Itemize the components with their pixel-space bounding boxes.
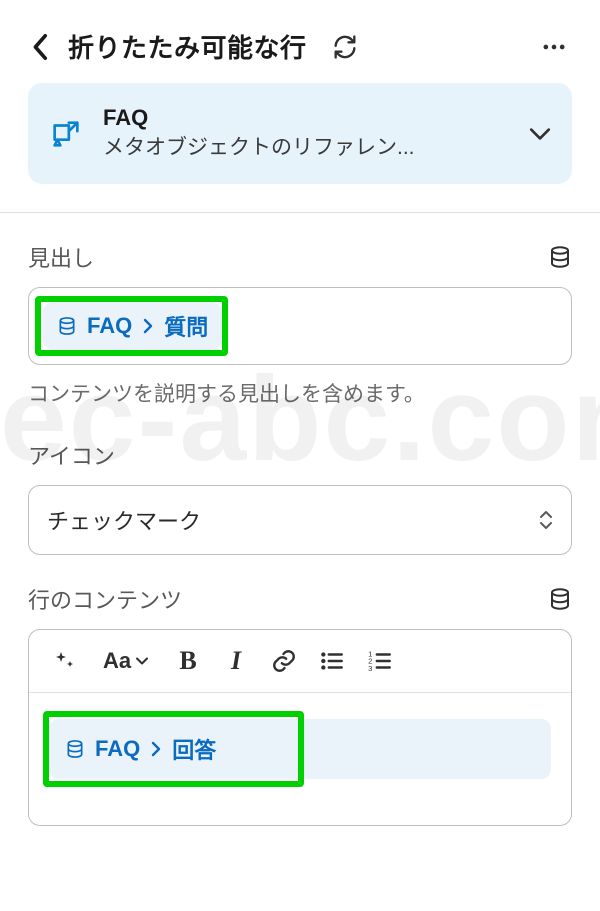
reference-expand[interactable] bbox=[529, 123, 551, 145]
italic-icon: I bbox=[231, 646, 241, 676]
text-style-icon: Aa bbox=[103, 648, 131, 674]
chevron-right-icon bbox=[150, 741, 162, 757]
icon-select-value: チェックマーク bbox=[47, 504, 201, 536]
content-label: 行のコンテンツ bbox=[28, 583, 182, 615]
heading-label: 見出し bbox=[28, 241, 94, 273]
metaobject-icon bbox=[49, 117, 83, 151]
chevron-down-icon bbox=[529, 123, 551, 145]
numbered-list-icon: 123 bbox=[367, 648, 393, 674]
pill-field: 質問 bbox=[164, 310, 208, 342]
icon-select[interactable]: チェックマーク bbox=[28, 485, 572, 555]
settings-panel: 折りたたみ可能な行 FAQ メタオブジェクトのリファレン... 見出し bbox=[0, 0, 600, 854]
chevron-left-icon bbox=[32, 33, 50, 61]
pill-field: 回答 bbox=[172, 733, 216, 765]
content-dynamic-pill[interactable]: FAQ 回答 bbox=[49, 719, 551, 779]
italic-button[interactable]: I bbox=[215, 640, 257, 682]
select-chevrons-icon bbox=[539, 510, 553, 530]
panel-title: 折りたたみ可能な行 bbox=[68, 28, 307, 65]
reference-title: FAQ bbox=[103, 104, 509, 133]
paragraph-style-button[interactable]: Aa bbox=[91, 640, 161, 682]
icon-label: アイコン bbox=[28, 439, 115, 471]
more-actions-button[interactable] bbox=[536, 29, 572, 65]
chevron-down-icon bbox=[135, 656, 149, 666]
bold-icon: B bbox=[179, 646, 196, 676]
divider bbox=[0, 212, 600, 213]
back-button[interactable] bbox=[28, 29, 54, 65]
richtext-body[interactable]: FAQ 回答 bbox=[29, 693, 571, 825]
more-horizontal-icon bbox=[540, 33, 568, 61]
metaobject-reference-card[interactable]: FAQ メタオブジェクトのリファレン... bbox=[28, 83, 572, 184]
icon-field: アイコン チェックマーク bbox=[28, 439, 572, 555]
database-icon bbox=[57, 316, 77, 336]
reference-subtitle: メタオブジェクトのリファレン... bbox=[103, 133, 509, 163]
database-icon bbox=[548, 245, 572, 269]
bold-button[interactable]: B bbox=[167, 640, 209, 682]
heading-dynamic-pill[interactable]: FAQ 質問 bbox=[43, 302, 222, 350]
bullet-list-icon bbox=[319, 648, 345, 674]
svg-text:3: 3 bbox=[368, 663, 372, 672]
link-icon bbox=[271, 648, 297, 674]
richtext-editor: Aa B I 123 FAQ bbox=[28, 629, 572, 826]
sparkle-icon bbox=[52, 649, 76, 673]
database-icon bbox=[548, 587, 572, 611]
content-field: 行のコンテンツ Aa B I bbox=[28, 583, 572, 826]
pill-source: FAQ bbox=[87, 313, 132, 339]
richtext-toolbar: Aa B I 123 bbox=[29, 630, 571, 693]
database-icon bbox=[65, 739, 85, 759]
panel-header: 折りたたみ可能な行 bbox=[28, 0, 572, 83]
content-dynamic-source-button[interactable] bbox=[548, 587, 572, 611]
heading-field: 見出し FAQ 質問 コンテンツを説明する見出しを含めます。 bbox=[28, 241, 572, 411]
sync-button[interactable] bbox=[327, 29, 363, 65]
numbered-list-button[interactable]: 123 bbox=[359, 640, 401, 682]
heading-input[interactable]: FAQ 質問 bbox=[28, 287, 572, 365]
heading-dynamic-source-button[interactable] bbox=[548, 245, 572, 269]
pill-source: FAQ bbox=[95, 736, 140, 762]
chevron-right-icon bbox=[142, 318, 154, 334]
ai-sparkle-button[interactable] bbox=[43, 640, 85, 682]
heading-help-text: コンテンツを説明する見出しを含めます。 bbox=[28, 379, 572, 411]
link-button[interactable] bbox=[263, 640, 305, 682]
bullet-list-button[interactable] bbox=[311, 640, 353, 682]
sync-icon bbox=[331, 33, 359, 61]
